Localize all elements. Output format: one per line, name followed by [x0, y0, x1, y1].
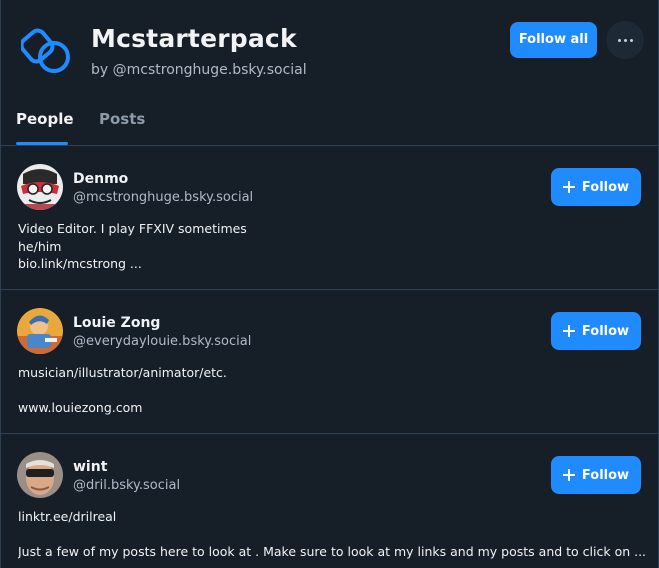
user-name[interactable]: Denmo	[73, 171, 128, 187]
tab-posts[interactable]: Posts	[99, 110, 145, 128]
tab-people[interactable]: People	[16, 110, 74, 128]
user-handle: @dril.bsky.social	[73, 478, 181, 493]
starter-pack-page: Mcstarterpack by @mcstronghuge.bsky.soci…	[0, 0, 659, 568]
follow-all-button[interactable]: Follow all	[510, 22, 597, 58]
user-handle: @everydaylouie.bsky.social	[73, 334, 252, 349]
plus-icon	[562, 325, 575, 337]
bio-line[interactable]: bio.link/mcstrong ...	[18, 255, 648, 273]
avatar[interactable]	[17, 452, 63, 498]
pack-title: Mcstarterpack	[91, 24, 297, 53]
follow-button[interactable]: Follow	[551, 456, 641, 494]
starter-pack-icon	[19, 28, 73, 76]
follow-label: Follow	[581, 467, 630, 483]
user-name[interactable]: Louie Zong	[73, 315, 160, 331]
follow-button[interactable]: Follow	[551, 168, 641, 206]
avatar[interactable]	[17, 308, 63, 354]
active-tab-indicator	[16, 142, 68, 145]
list-item[interactable]: Denmo @mcstronghuge.bsky.social Follow V…	[1, 146, 658, 290]
list-item[interactable]: wint @dril.bsky.social Follow linktr.ee/…	[1, 434, 658, 568]
user-bio: linktr.ee/drilreal Just a few of my post…	[18, 508, 648, 561]
bio-line[interactable]: www.louiezong.com	[18, 399, 648, 417]
bio-line: he/him	[18, 238, 62, 254]
user-bio: Video Editor. I play FFXIV sometimes he/…	[18, 220, 648, 273]
follow-label: Follow	[581, 179, 630, 195]
user-handle: @mcstronghuge.bsky.social	[73, 190, 254, 205]
more-options-button[interactable]	[606, 21, 644, 59]
avatar[interactable]	[17, 164, 63, 210]
ellipsis-icon	[617, 38, 621, 42]
list-item[interactable]: Louie Zong @everydaylouie.bsky.social Fo…	[1, 290, 658, 434]
follow-button[interactable]: Follow	[551, 312, 641, 350]
bio-line	[18, 526, 648, 544]
bio-line: Just a few of my posts here to look at .…	[18, 544, 647, 559]
user-bio: musician/illustrator/animator/etc. www.l…	[18, 364, 648, 417]
bio-line	[18, 382, 648, 400]
follow-label: Follow	[581, 323, 630, 339]
tab-bar: People Posts	[1, 100, 658, 146]
bio-line[interactable]: linktr.ee/drilreal	[18, 508, 648, 526]
plus-icon	[562, 469, 575, 481]
people-list: Denmo @mcstronghuge.bsky.social Follow V…	[1, 146, 658, 568]
bio-line: musician/illustrator/animator/etc.	[18, 365, 227, 380]
bio-line: Video Editor. I play FFXIV sometimes	[18, 221, 247, 236]
user-name[interactable]: wint	[73, 459, 107, 475]
plus-icon	[562, 181, 575, 193]
pack-header: Mcstarterpack by @mcstronghuge.bsky.soci…	[1, 0, 658, 100]
pack-byline[interactable]: by @mcstronghuge.bsky.social	[91, 62, 307, 78]
